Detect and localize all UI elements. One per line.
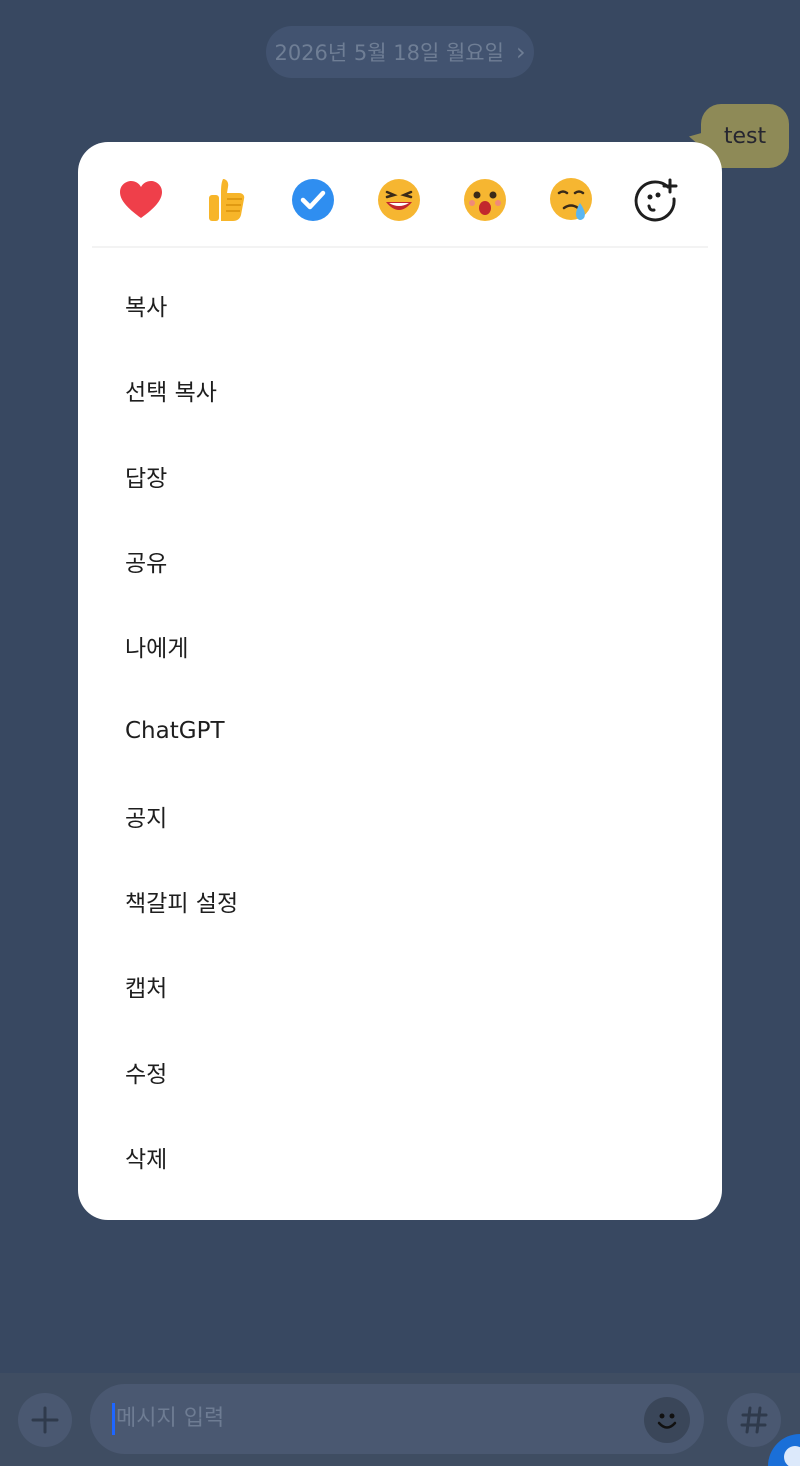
menu-item-label: 답장 xyxy=(125,465,168,492)
add-reaction-icon[interactable] xyxy=(634,177,680,223)
smile-icon xyxy=(657,1413,677,1429)
menu-item-label: 캡처 xyxy=(125,975,168,1002)
menu-item-to-me[interactable]: 나에게 xyxy=(78,603,722,688)
reaction-bar xyxy=(78,142,722,246)
menu-item-label: ChatGPT xyxy=(125,717,225,744)
menu-item-chatgpt[interactable]: ChatGPT xyxy=(78,688,722,773)
check-icon[interactable] xyxy=(290,177,336,223)
menu-item-label: 공유 xyxy=(125,550,168,577)
emoji-button[interactable] xyxy=(644,1397,690,1443)
text-caret xyxy=(112,1403,115,1435)
heart-icon[interactable] xyxy=(118,177,164,223)
menu-item-copy[interactable]: 복사 xyxy=(78,262,722,347)
hashtag-icon xyxy=(740,1406,768,1434)
date-label: 2026년 5월 18일 월요일 xyxy=(274,41,504,65)
attach-button[interactable] xyxy=(18,1393,72,1447)
menu-item-select-copy[interactable]: 선택 복사 xyxy=(78,347,722,432)
laughing-face-icon[interactable] xyxy=(376,177,422,223)
message-context-menu: 복사 선택 복사 답장 공유 나에게 ChatGPT 공지 책갈피 설정 캡처 … xyxy=(78,142,722,1220)
crying-face-icon[interactable] xyxy=(548,177,594,223)
menu-item-reply[interactable]: 답장 xyxy=(78,433,722,518)
menu-item-label: 나에게 xyxy=(125,635,189,662)
menu-item-label: 공지 xyxy=(125,805,168,832)
menu-item-label: 수정 xyxy=(125,1061,168,1088)
date-divider[interactable]: 2026년 5월 18일 월요일 › xyxy=(266,26,534,78)
chat-bubble-icon xyxy=(784,1446,800,1466)
menu-item-capture[interactable]: 캡처 xyxy=(78,943,722,1028)
hashtag-button[interactable] xyxy=(727,1393,781,1447)
menu-item-label: 복사 xyxy=(125,294,168,321)
menu-item-edit[interactable]: 수정 xyxy=(78,1029,722,1114)
surprised-face-icon[interactable] xyxy=(462,177,508,223)
menu-item-notice[interactable]: 공지 xyxy=(78,773,722,858)
chat-screen: 2026년 5월 18일 월요일 › test 복사 선택 복사 답장 공유 나… xyxy=(0,0,800,1466)
menu-item-label: 삭제 xyxy=(125,1146,168,1173)
plus-icon xyxy=(31,1406,59,1434)
thumbs-up-icon[interactable] xyxy=(204,177,250,223)
chevron-right-icon: › xyxy=(515,38,526,66)
message-text: test xyxy=(723,123,767,149)
message-input-placeholder: 메시지 입력 xyxy=(116,1406,225,1431)
menu-item-share[interactable]: 공유 xyxy=(78,518,722,603)
menu-item-label: 책갈피 설정 xyxy=(125,890,239,917)
menu-item-label: 선택 복사 xyxy=(125,379,217,406)
menu-item-delete[interactable]: 삭제 xyxy=(78,1114,722,1199)
menu-item-bookmark[interactable]: 책갈피 설정 xyxy=(78,858,722,943)
menu-divider xyxy=(92,246,708,248)
message-input[interactable]: 메시지 입력 xyxy=(90,1384,704,1454)
